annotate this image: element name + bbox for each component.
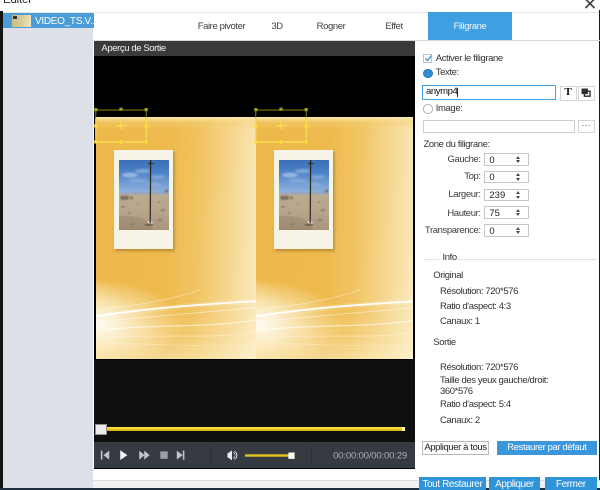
svg-text:00:00:00/00:00:29: 00:00:00/00:00:29 <box>334 450 408 461</box>
